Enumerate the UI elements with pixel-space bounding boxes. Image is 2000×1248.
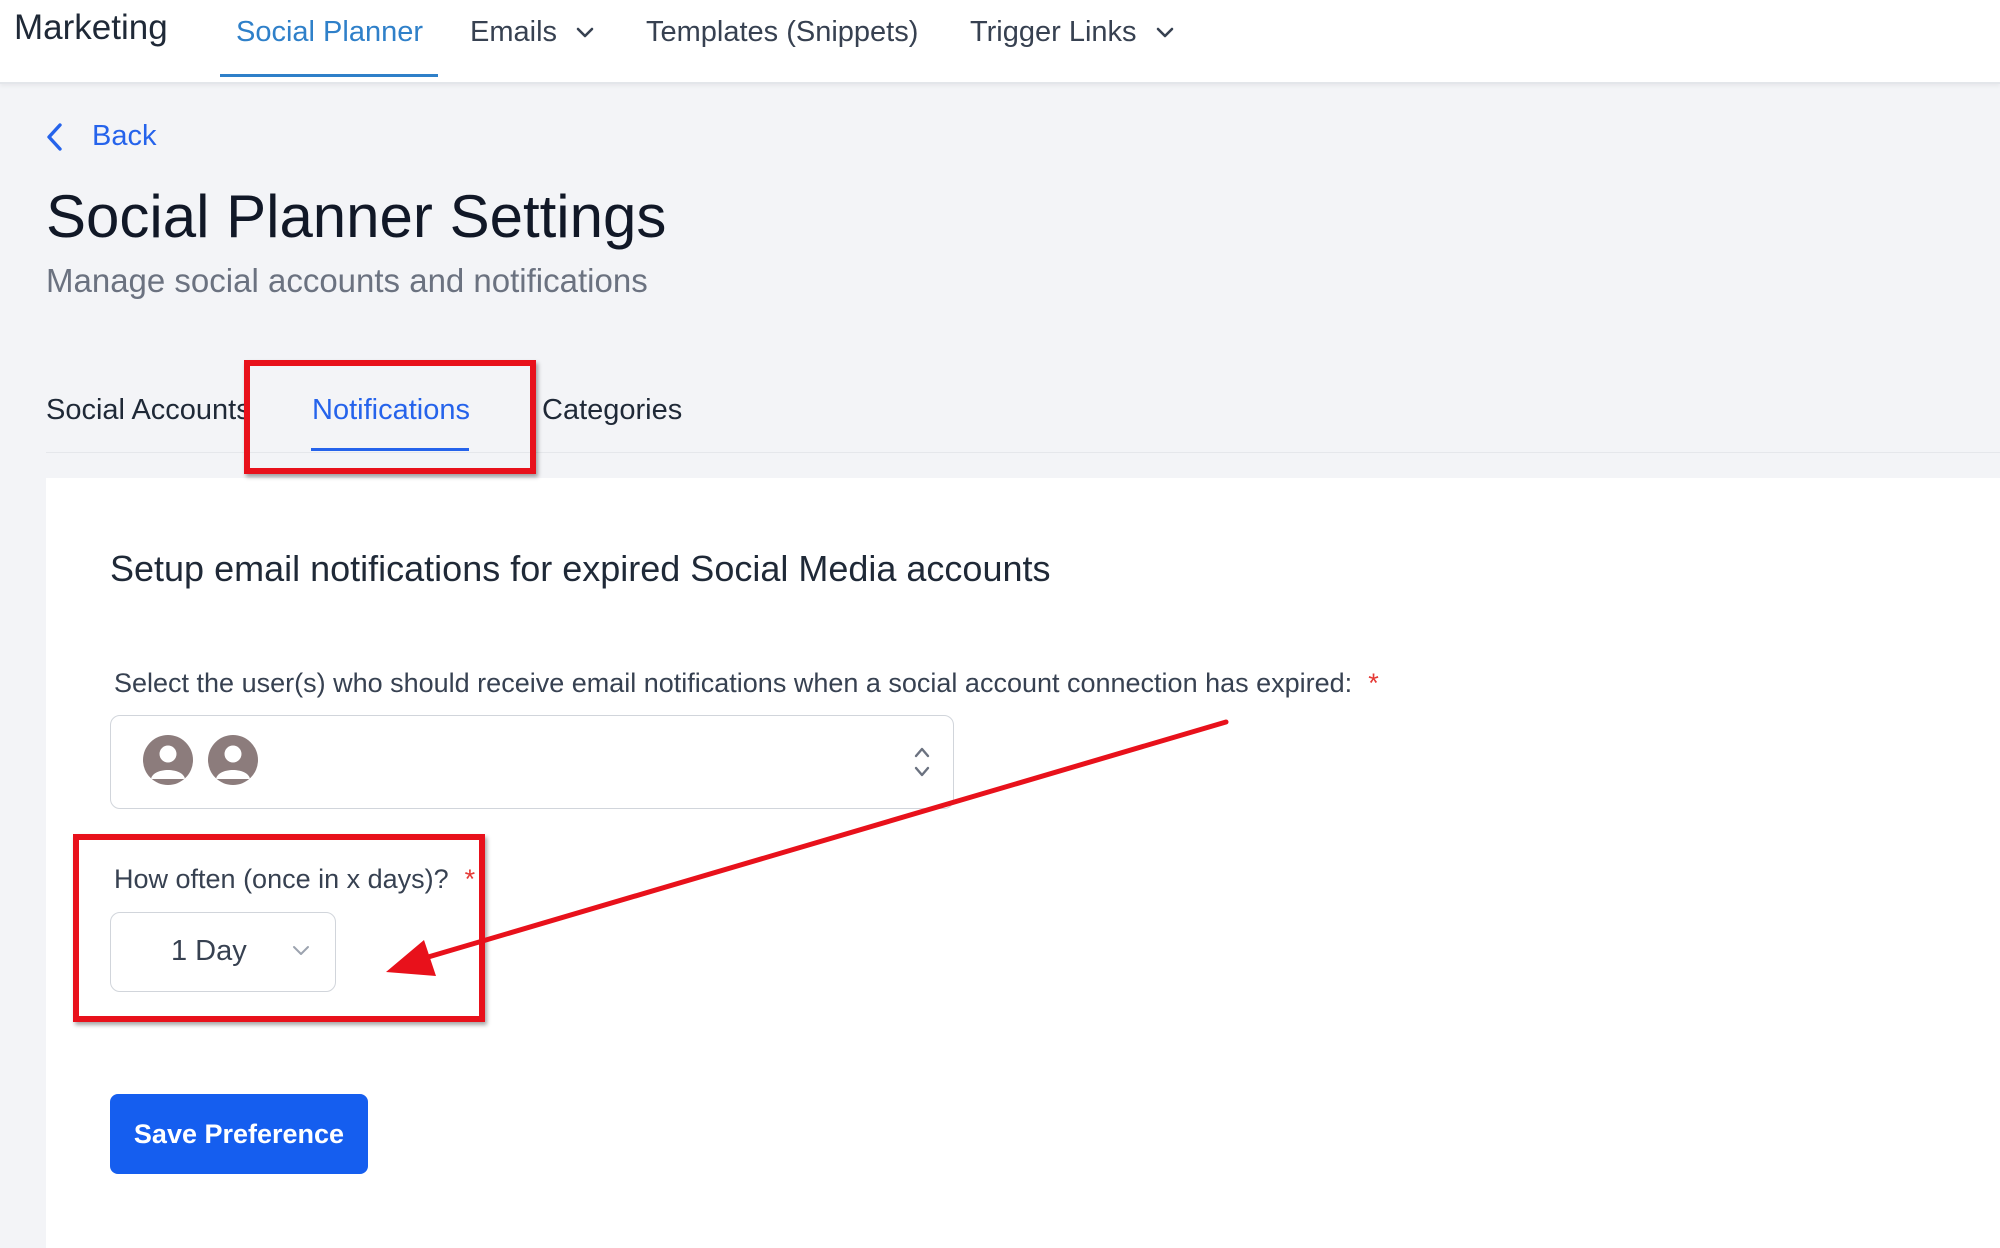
app-title: Marketing (14, 8, 168, 47)
nav-active-underline (220, 74, 438, 77)
nav-social-planner-label: Social Planner (236, 16, 423, 48)
nav-trigger-links[interactable]: Trigger Links (970, 16, 1175, 49)
tab-categories[interactable]: Categories (542, 394, 682, 427)
chevron-down-icon (1156, 27, 1173, 37)
top-navigation-bar: Marketing Social Planner Emails Template… (0, 0, 2000, 84)
nav-emails[interactable]: Emails (470, 16, 595, 49)
user-avatar-icon (143, 735, 193, 785)
users-field-label-text: Select the user(s) who should receive em… (114, 668, 1353, 698)
notifications-heading: Setup email notifications for expired So… (110, 548, 1051, 589)
required-asterisk: * (1368, 668, 1379, 698)
select-updown-icon (914, 747, 930, 777)
back-label: Back (92, 120, 157, 152)
user-avatar-icon (208, 735, 258, 785)
nav-social-planner[interactable]: Social Planner (236, 16, 423, 49)
nav-trigger-links-label: Trigger Links (970, 16, 1137, 48)
page-title: Social Planner Settings (46, 183, 667, 250)
annotation-highlight-box (244, 360, 536, 474)
chevron-down-icon (576, 27, 594, 37)
nav-emails-label: Emails (470, 16, 558, 48)
tab-social-accounts[interactable]: Social Accounts (46, 394, 251, 427)
user-multiselect[interactable] (110, 715, 954, 809)
annotation-highlight-box (73, 834, 485, 1022)
save-preference-button[interactable]: Save Preference (110, 1094, 368, 1174)
users-field-label: Select the user(s) who should receive em… (114, 668, 1379, 699)
chevron-left-icon (47, 122, 62, 151)
back-link[interactable]: Back (44, 120, 156, 153)
page-subtitle: Manage social accounts and notifications (46, 262, 648, 299)
nav-templates[interactable]: Templates (Snippets) (646, 16, 918, 49)
nav-templates-label: Templates (Snippets) (646, 16, 919, 48)
